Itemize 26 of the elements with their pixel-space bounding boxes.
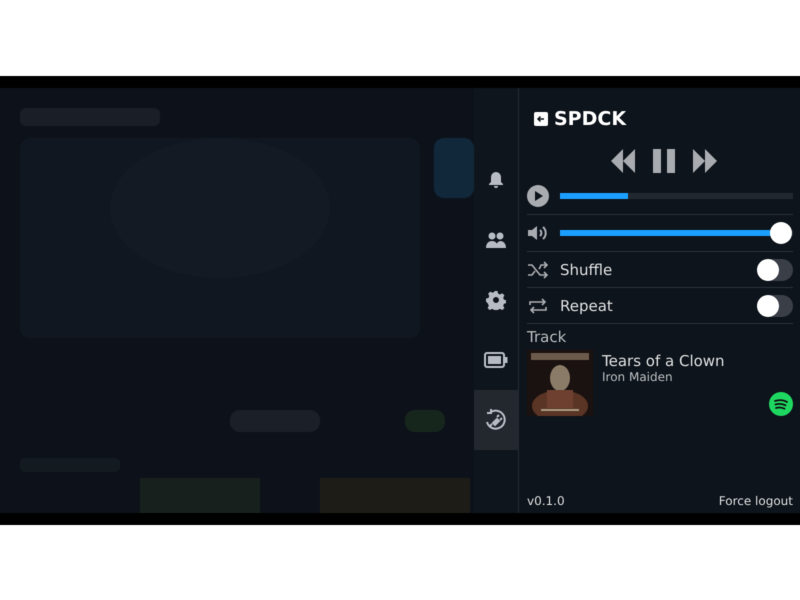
- spotify-icon: [769, 392, 793, 416]
- toggle-label: Shuffle: [560, 260, 614, 278]
- repeat-toggle[interactable]: [757, 294, 793, 316]
- logout-link[interactable]: Force logout: [718, 494, 793, 508]
- shuffle-icon: [527, 260, 549, 278]
- bell-icon: [486, 170, 506, 190]
- version-text: v0.1.0: [527, 494, 565, 508]
- gear-icon: [486, 290, 506, 310]
- pause-icon[interactable]: [652, 148, 676, 174]
- plugin-title: SPDCK: [554, 108, 626, 130]
- friends-icon: [485, 230, 507, 250]
- slider-thumb[interactable]: [770, 222, 792, 244]
- play-icon[interactable]: [527, 185, 549, 207]
- repeat-icon: [527, 296, 549, 314]
- back-icon[interactable]: [534, 112, 548, 126]
- plug-tab[interactable]: [474, 390, 518, 450]
- track-title: Tears of a Clown: [602, 352, 726, 370]
- shuffle-toggle[interactable]: [757, 258, 793, 280]
- battery-icon: [484, 352, 508, 368]
- next-icon[interactable]: [692, 148, 718, 174]
- progress-bar[interactable]: [560, 193, 793, 199]
- volume-icon: [527, 223, 549, 243]
- toggle-label: Repeat: [560, 296, 614, 314]
- track-artist: Iron Maiden: [602, 370, 674, 384]
- previous-icon[interactable]: [610, 148, 636, 174]
- section-label: Track: [527, 328, 568, 346]
